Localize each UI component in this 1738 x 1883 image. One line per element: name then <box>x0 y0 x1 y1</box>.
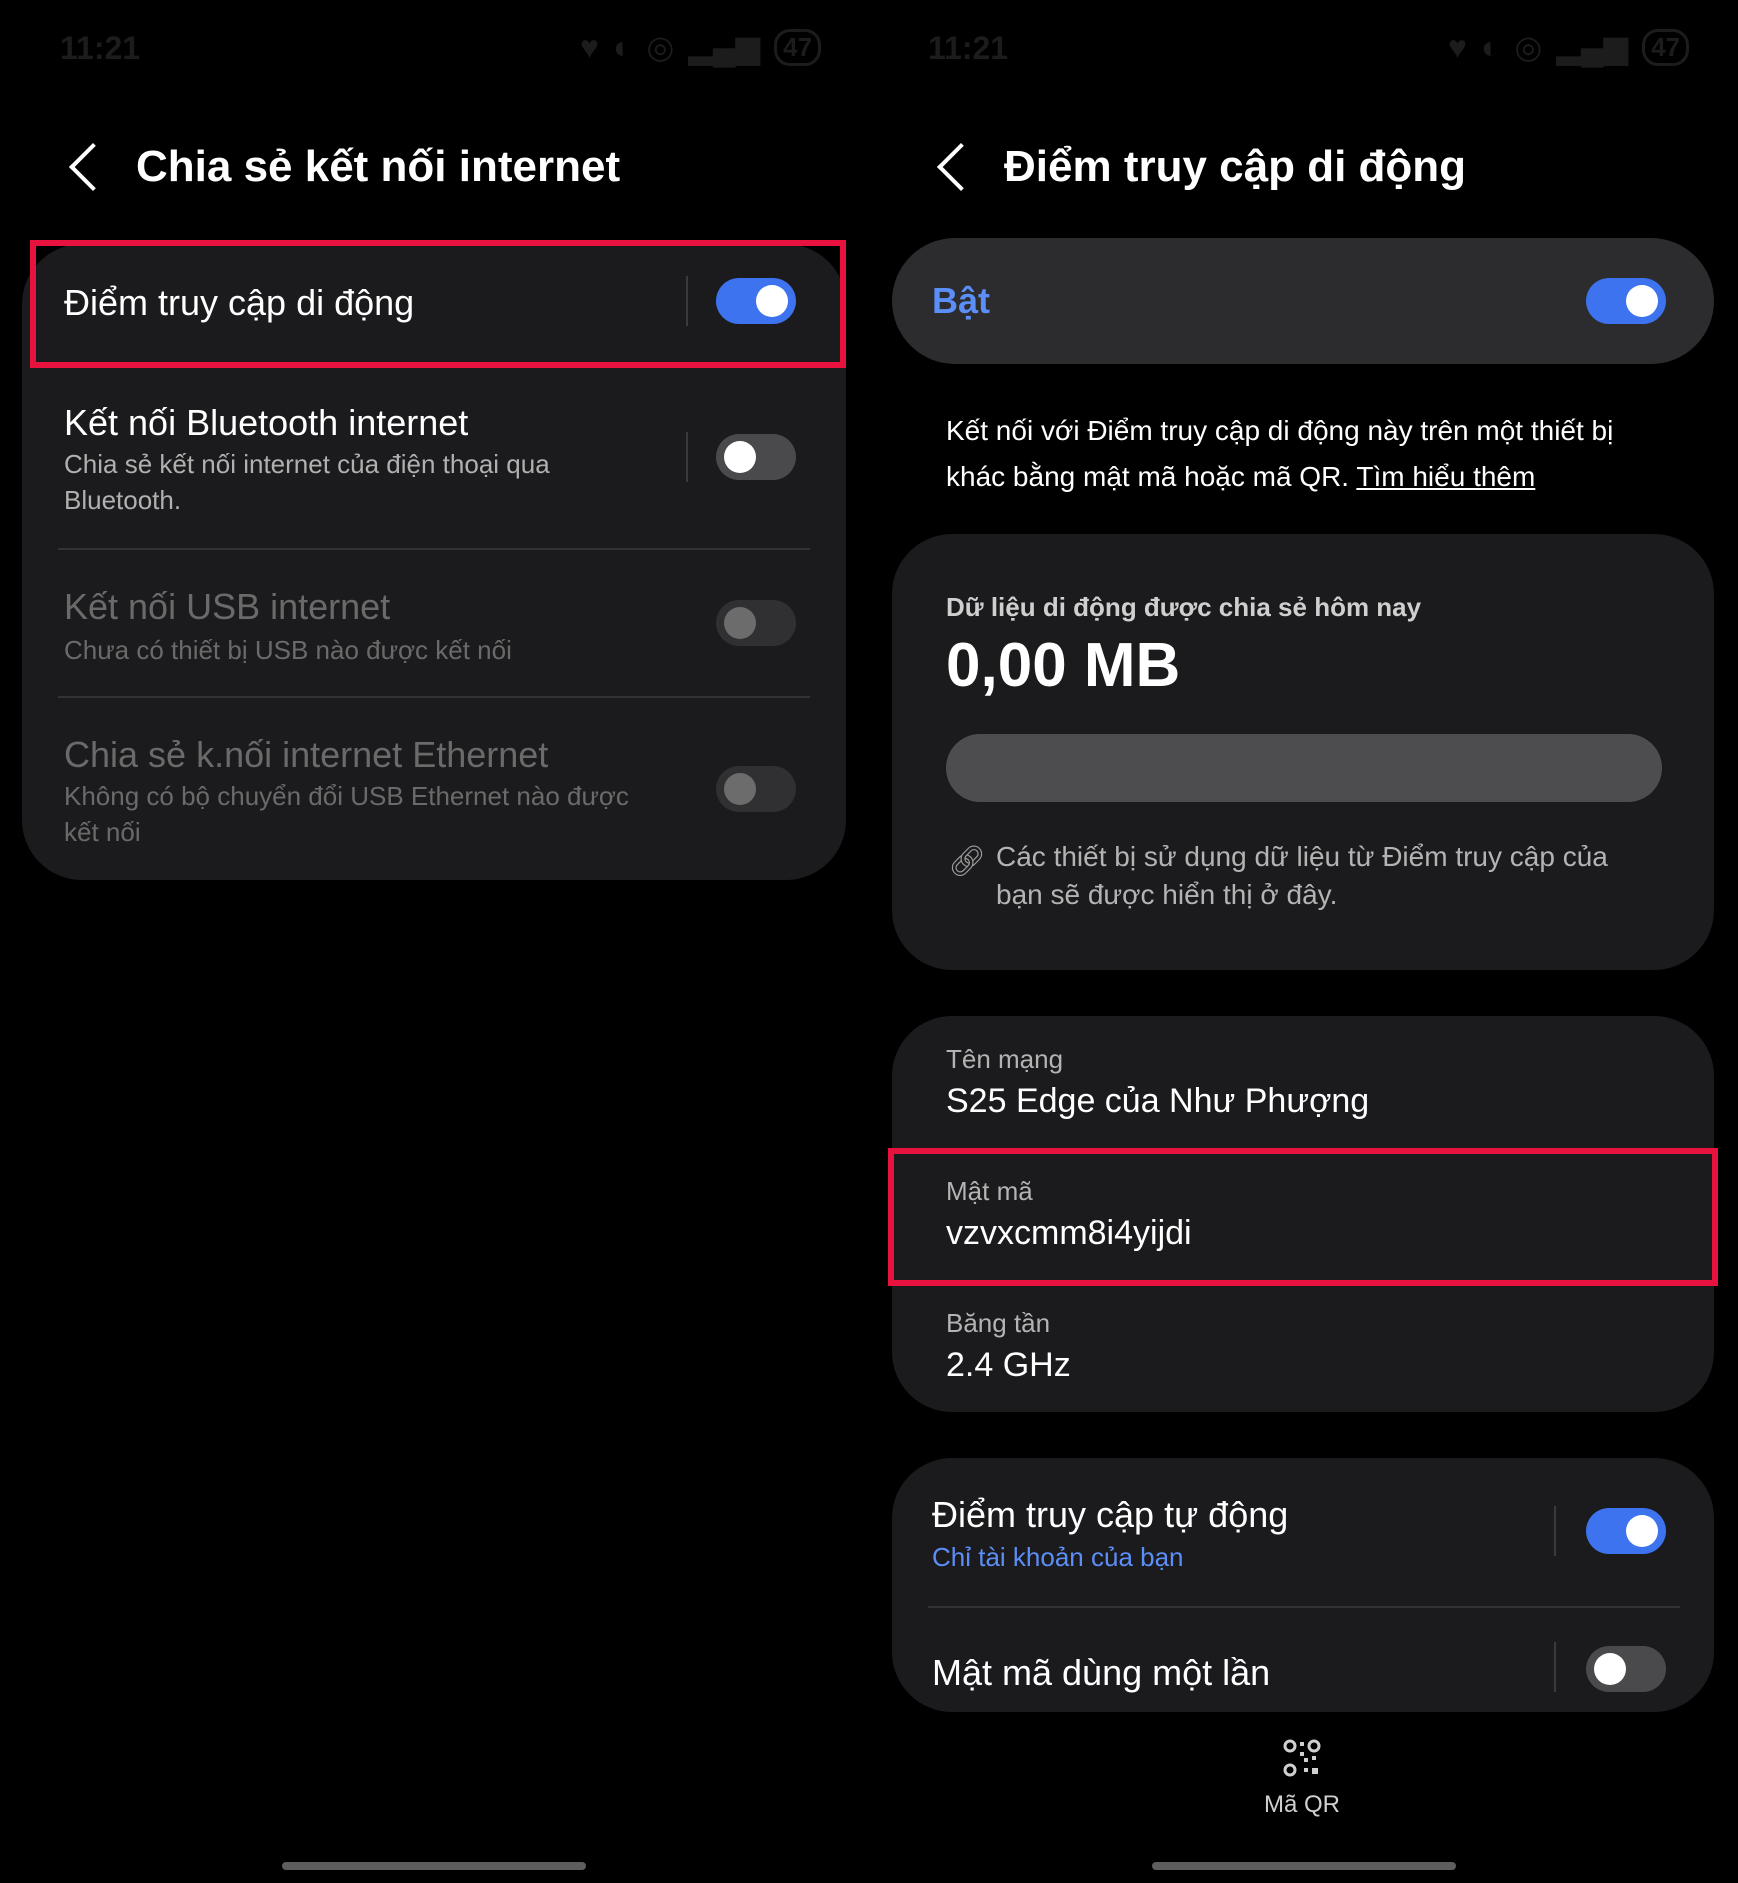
qr-code-button[interactable]: Mã QR <box>1242 1738 1362 1828</box>
divider <box>1554 1642 1556 1692</box>
status-icons: ♥ ◐ ◎ ▂▄▆ 47 <box>580 28 822 66</box>
link-icon: 🔗︎ <box>948 845 987 878</box>
left-page-title: Chia sẻ kết nối internet <box>136 142 621 191</box>
network-name-row[interactable]: Tên mạng S25 Edge của Như Phượng <box>892 1016 1714 1148</box>
left-home-indicator <box>282 1862 586 1870</box>
hotspot-icon: ◎ <box>646 29 675 65</box>
right-page-title: Điểm truy cập di động <box>1004 142 1467 191</box>
divider <box>1554 1506 1556 1556</box>
bluetooth-tethering-label: Kết nối Bluetooth internet <box>64 402 469 443</box>
battery-icon: 47 <box>1642 28 1690 66</box>
heart-icon: ♥ <box>580 28 599 65</box>
usage-value: 0,00 MB <box>946 631 1181 700</box>
master-toggle[interactable] <box>1586 278 1666 324</box>
usb-tethering-toggle <box>716 600 796 646</box>
usage-label: Dữ liệu di động được chia sẻ hôm nay <box>946 592 1422 622</box>
learn-more-link[interactable]: Tìm hiểu thêm <box>1356 461 1535 492</box>
mute-icon: ◐ <box>1481 28 1501 65</box>
hotspot-master-switch[interactable]: Bật <box>892 238 1714 364</box>
auto-hotspot-subtitle[interactable]: Chỉ tài khoản của bạn <box>932 1542 1184 1573</box>
auto-hotspot-toggle[interactable] <box>1586 1508 1666 1554</box>
hotspot-description: Kết nối với Điểm truy cập di động này tr… <box>946 408 1676 500</box>
divider <box>686 432 688 482</box>
bluetooth-tethering-toggle[interactable] <box>716 434 796 480</box>
signal-icon: ▂▄▆ <box>688 29 761 65</box>
usb-tethering-label: Kết nối USB internet <box>64 586 391 627</box>
network-name-label: Tên mạng <box>946 1044 1064 1074</box>
bluetooth-tethering-desc: Chia sẻ kết nối internet của điện thoại … <box>64 449 550 515</box>
ethernet-tethering-desc: Không có bộ chuyển đổi USB Ethernet nào … <box>64 781 629 847</box>
right-home-indicator <box>1152 1862 1456 1870</box>
ethernet-tethering-label: Chia sẻ k.nối internet Ethernet <box>64 734 549 775</box>
hotspot-options-card: Điểm truy cập tự động Chỉ tài khoản của … <box>892 1458 1714 1712</box>
status-time: 11:21 <box>928 30 1009 66</box>
signal-icon: ▂▄▆ <box>1556 29 1629 65</box>
row-divider <box>58 548 810 550</box>
qr-code-icon <box>1283 1739 1321 1777</box>
row-divider <box>928 1606 1680 1608</box>
one-time-password-label: Mật mã dùng một lần <box>932 1652 1271 1693</box>
highlight-box-password <box>888 1148 1718 1286</box>
usage-progress-bar <box>946 734 1662 802</box>
master-switch-label: Bật <box>932 280 991 321</box>
one-time-password-toggle[interactable] <box>1586 1646 1666 1692</box>
right-back-button[interactable] <box>936 142 986 192</box>
left-back-button[interactable] <box>68 142 118 192</box>
mute-icon: ◐ <box>613 28 633 65</box>
status-icons: ♥ ◐ ◎ ▂▄▆ 47 <box>1448 28 1690 66</box>
qr-code-label: Mã QR <box>1263 1791 1340 1818</box>
highlight-box-hotspot <box>30 240 846 368</box>
heart-icon: ♥ <box>1448 28 1467 65</box>
row-divider <box>58 696 810 698</box>
battery-icon: 47 <box>774 28 822 66</box>
usb-tethering-desc: Chưa có thiết bị USB nào được kết nối <box>64 635 512 665</box>
hotspot-icon: ◎ <box>1514 29 1543 65</box>
network-name-value: S25 Edge của Như Phượng <box>946 1082 1370 1120</box>
data-usage-card: Dữ liệu di động được chia sẻ hôm nay 0,0… <box>892 534 1714 970</box>
band-label: Băng tần <box>946 1308 1051 1338</box>
devices-note: Các thiết bị sử dụng dữ liệu từ Điểm tru… <box>996 841 1608 910</box>
status-time: 11:21 <box>60 30 141 66</box>
auto-hotspot-label: Điểm truy cập tự động <box>932 1494 1289 1535</box>
band-value: 2.4 GHz <box>946 1346 1071 1384</box>
band-row[interactable]: Băng tần 2.4 GHz <box>892 1280 1714 1412</box>
ethernet-tethering-toggle <box>716 766 796 812</box>
